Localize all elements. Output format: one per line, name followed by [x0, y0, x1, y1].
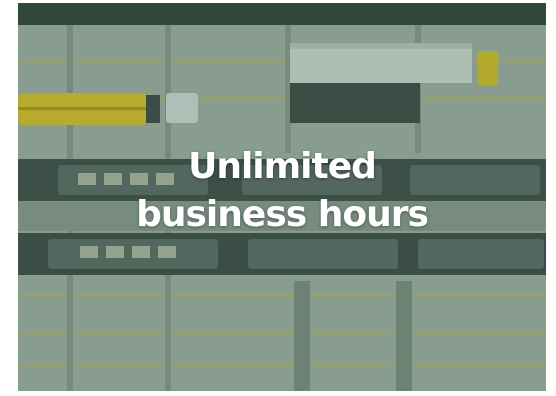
hero-banner: Unlimited business hours [18, 3, 546, 391]
hero-headline: Unlimited business hours [18, 143, 546, 239]
headline-line-2: business hours [136, 194, 429, 235]
headline-line-1: Unlimited [188, 146, 377, 187]
